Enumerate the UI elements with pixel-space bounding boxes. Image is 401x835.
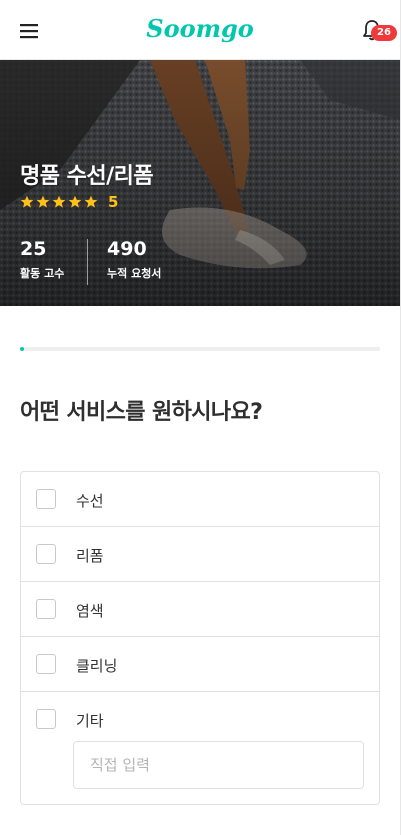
- notification-badge[interactable]: 26: [371, 25, 397, 41]
- stat-divider: [87, 239, 88, 285]
- stat-total-requests: 490 누적 요청서: [107, 236, 161, 281]
- progress-bar: [20, 347, 380, 351]
- option-item[interactable]: 클리닝: [21, 637, 379, 692]
- star-icon: [36, 195, 50, 208]
- app-header: Soomgo 26: [0, 0, 400, 60]
- option-item[interactable]: 염색: [21, 582, 379, 637]
- stat-value: 25: [20, 238, 47, 260]
- star-icon: [84, 195, 98, 208]
- category-hero: 명품 수선/리폼 5 25 활동 고수 490 누적 요청서: [0, 60, 400, 306]
- star-icon: [20, 195, 34, 208]
- soomgo-logo[interactable]: Soomgo: [0, 14, 400, 43]
- star-icon: [68, 195, 82, 208]
- category-title: 명품 수선/리폼: [20, 164, 154, 189]
- stat-active-pros: 25 활동 고수: [20, 236, 64, 281]
- checkbox[interactable]: [36, 709, 56, 729]
- checkbox[interactable]: [36, 489, 56, 509]
- star-icon: [52, 195, 66, 208]
- service-options-list: 수선 리폼 염색 클리닝 기타: [20, 471, 380, 805]
- option-label[interactable]: 리폼: [76, 545, 104, 566]
- stat-value: 490: [107, 238, 147, 260]
- checkbox[interactable]: [36, 599, 56, 619]
- etc-text-input[interactable]: [73, 741, 364, 789]
- option-item[interactable]: 수선: [21, 472, 379, 527]
- option-label[interactable]: 염색: [76, 600, 104, 621]
- option-label[interactable]: 기타: [76, 710, 104, 731]
- checkbox[interactable]: [36, 654, 56, 674]
- checkbox[interactable]: [36, 544, 56, 564]
- option-label[interactable]: 클리닝: [76, 655, 117, 676]
- option-item[interactable]: 리폼: [21, 527, 379, 582]
- question-title: 어떤 서비스를 원하시나요?: [20, 400, 263, 425]
- stat-label: 활동 고수: [20, 267, 65, 280]
- rating-value: 5: [108, 193, 119, 211]
- rating-stars: 5: [20, 193, 118, 211]
- progress-fill: [20, 347, 24, 351]
- option-label[interactable]: 수선: [76, 490, 104, 511]
- stat-label: 누적 요청서: [107, 267, 162, 280]
